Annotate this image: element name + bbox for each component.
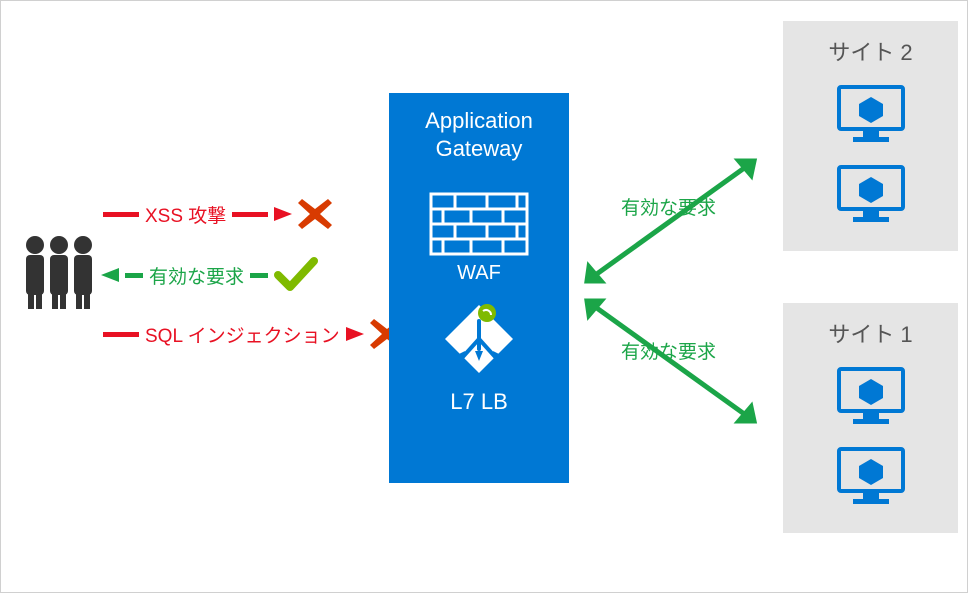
request-sql-injection: SQL インジェクション: [103, 317, 404, 351]
arrow-right-red-icon: [274, 205, 292, 223]
arrow-left-green-icon: [101, 266, 119, 284]
valid-request-to-site1-label: 有効な要求: [621, 337, 716, 364]
l7lb-label: L7 LB: [450, 389, 508, 415]
monitor-vm-icon: [835, 365, 907, 425]
users: [21, 231, 97, 311]
site-2-vm-2: [835, 163, 907, 223]
line-segment: [125, 273, 143, 278]
site-2-panel: サイト 2: [783, 21, 958, 251]
sql-injection-label: SQL インジェクション: [145, 321, 340, 348]
site-2-vm-1: [835, 83, 907, 143]
monitor-vm-icon: [835, 445, 907, 505]
line-segment: [103, 332, 139, 337]
line-segment: [103, 212, 139, 217]
gateway-title-line1: Application: [425, 108, 533, 133]
people-icon: [21, 231, 97, 311]
application-gateway-box: Application Gateway: [389, 93, 569, 483]
checkmark-icon: [274, 257, 318, 293]
firewall-icon: [429, 192, 529, 256]
line-segment: [250, 273, 268, 278]
xss-attack-label: XSS 攻撃: [145, 201, 226, 228]
monitor-vm-icon: [835, 83, 907, 143]
valid-request-to-site2-label: 有効な要求: [621, 193, 716, 220]
line-segment: [232, 212, 268, 217]
load-balancer-icon: [439, 299, 519, 379]
arrow-right-red-icon: [346, 325, 364, 343]
diagram-canvas: XSS 攻撃 有効な要求 SQL インジェクション Application Ga…: [0, 0, 968, 593]
gateway-title: Application Gateway: [425, 107, 533, 162]
gateway-title-line2: Gateway: [436, 136, 523, 161]
x-block-icon: [298, 197, 332, 231]
request-xss-attack: XSS 攻撃: [103, 197, 332, 231]
site-1-vm-2: [835, 445, 907, 505]
site-1-vm-1: [835, 365, 907, 425]
routing-arrows: [569, 131, 779, 461]
site-2-title: サイト 2: [828, 35, 912, 67]
response-valid: 有効な要求: [101, 257, 318, 293]
valid-response-label: 有効な要求: [149, 262, 244, 289]
site-1-title: サイト 1: [828, 317, 912, 349]
waf-label: WAF: [457, 262, 501, 285]
site-1-panel: サイト 1: [783, 303, 958, 533]
monitor-vm-icon: [835, 163, 907, 223]
